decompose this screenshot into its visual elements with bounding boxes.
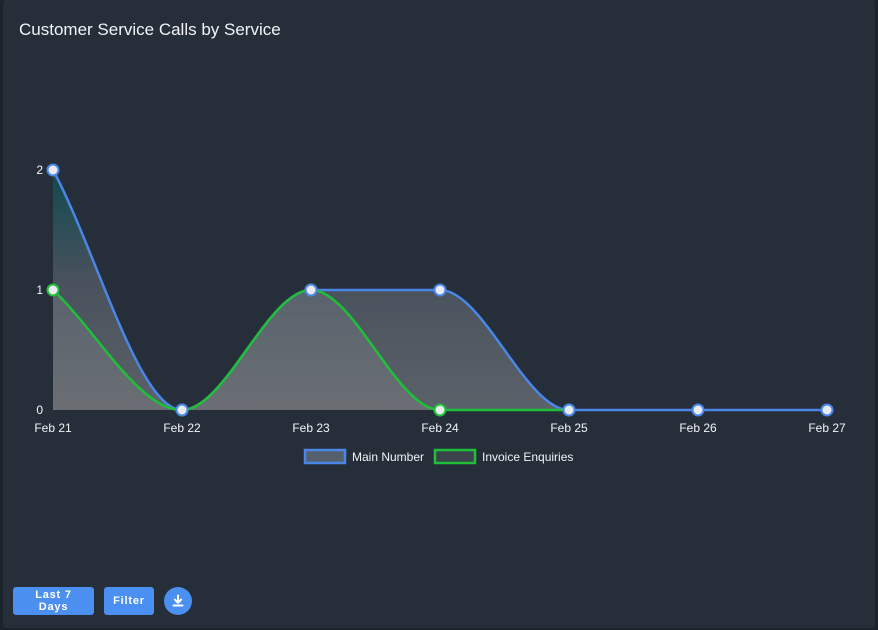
legend-label[interactable]: Invoice Enquiries xyxy=(482,450,573,464)
data-point[interactable] xyxy=(820,403,834,417)
data-point[interactable] xyxy=(46,163,60,177)
chart-controls: Last 7 Days Filter xyxy=(13,587,192,615)
data-point[interactable] xyxy=(46,283,60,297)
y-axis-ticks: 0 1 2 xyxy=(36,163,43,417)
data-point[interactable] xyxy=(691,403,705,417)
x-tick-label: Feb 22 xyxy=(163,421,201,435)
data-point[interactable] xyxy=(433,403,447,417)
x-tick-label: Feb 25 xyxy=(550,421,588,435)
last-7-days-button[interactable]: Last 7 Days xyxy=(13,587,94,615)
data-point[interactable] xyxy=(175,403,189,417)
data-point[interactable] xyxy=(433,283,447,297)
legend-label[interactable]: Main Number xyxy=(352,450,424,464)
x-axis-ticks: Feb 21 Feb 22 Feb 23 Feb 24 Feb 25 Feb 26 Feb … xyxy=(34,421,846,435)
x-tick-label: Feb 26 xyxy=(679,421,717,435)
y-tick-label: 0 xyxy=(36,403,43,417)
x-tick-label: Feb 24 xyxy=(421,421,459,435)
data-point[interactable] xyxy=(562,403,576,417)
download-button[interactable] xyxy=(164,587,192,615)
download-icon xyxy=(172,594,184,607)
filter-button[interactable]: Filter xyxy=(104,587,154,615)
x-tick-label: Feb 21 xyxy=(34,421,72,435)
y-tick-label: 2 xyxy=(36,163,43,177)
x-tick-label: Feb 27 xyxy=(808,421,846,435)
x-tick-label: Feb 23 xyxy=(292,421,330,435)
legend-swatch xyxy=(303,448,347,465)
legend: Main Number Invoice Enquiries xyxy=(303,448,573,465)
y-tick-label: 1 xyxy=(36,283,43,297)
chart: 0 1 2 Feb 21 Feb 22 Feb 23 Feb 24 Feb 25 Feb 26… xyxy=(34,163,846,465)
data-point[interactable] xyxy=(304,283,318,297)
legend-swatch xyxy=(433,448,477,465)
